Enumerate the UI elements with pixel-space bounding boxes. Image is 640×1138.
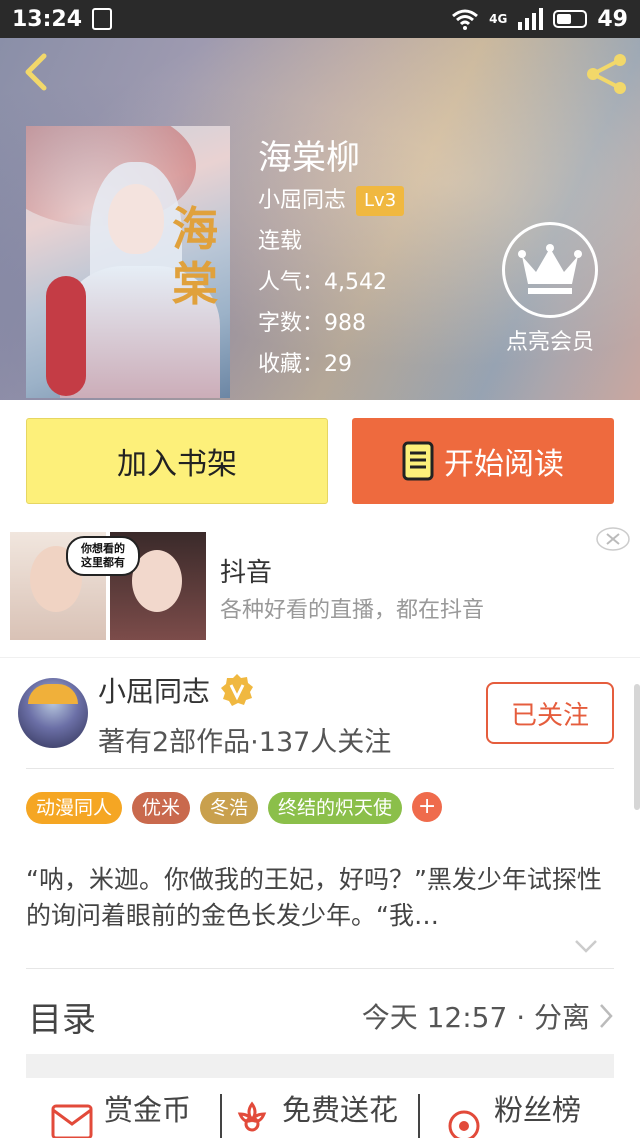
ad-title: 抖音 xyxy=(220,558,273,588)
level-badge: Lv3 xyxy=(356,185,405,216)
back-icon[interactable] xyxy=(18,52,54,92)
ad-close-icon[interactable] xyxy=(596,526,630,552)
start-reading-label: 开始阅读 xyxy=(444,447,564,482)
author-stats: 著有2部作品·137人关注 xyxy=(98,727,392,758)
network-type: 4G xyxy=(489,12,508,26)
book-title: 海棠柳 xyxy=(258,138,360,178)
target-icon xyxy=(448,1110,480,1138)
tag-item[interactable]: 优米 xyxy=(132,792,191,824)
divider xyxy=(26,968,614,969)
tag-list: 动漫同人 优米 冬浩 终结的炽天使 + xyxy=(26,792,443,824)
ad-description: 各种好看的直播，都在抖音 xyxy=(220,598,485,623)
reward-label: 赏金币 xyxy=(104,1093,192,1127)
reward-button[interactable]: 赏金币 xyxy=(50,1093,191,1138)
cover-ribbon xyxy=(46,276,86,396)
follow-button[interactable]: 已关注 xyxy=(486,682,614,744)
start-reading-button[interactable]: 开始阅读 xyxy=(352,418,614,504)
add-tag-button[interactable]: + xyxy=(412,792,443,822)
send-flower-button[interactable]: 免费送花 xyxy=(232,1093,398,1138)
toc-label: 目录 xyxy=(28,1000,96,1040)
favorites-value: 29 xyxy=(324,352,353,377)
book-status: 连载 xyxy=(258,229,303,254)
popularity-value: 4,542 xyxy=(324,270,387,295)
latest-chapter: 今天 12:57 · 分离 xyxy=(361,1001,590,1034)
book-info: 海棠柳 小屈同志 Lv3 连载 人气： 4,542 字数： 988 收藏： 29 xyxy=(258,136,405,385)
bottom-actions: 赏金币 免费送花 粉丝榜 xyxy=(0,1078,640,1138)
author-card: 小屈同志 著有2部作品·137人关注 已关注 xyxy=(0,658,640,768)
fans-rank-label: 粉丝榜 xyxy=(494,1093,582,1127)
words-label: 字数： xyxy=(258,311,325,336)
tag-item[interactable]: 动漫同人 xyxy=(26,792,123,824)
tag-item[interactable]: 冬浩 xyxy=(200,792,259,824)
signal-icon xyxy=(518,8,544,30)
action-bar: 加入书架 开始阅读 xyxy=(0,400,640,520)
book-header: 海棠 海棠柳 小屈同志 Lv3 连载 人气： 4,542 字数： 988 收藏：… xyxy=(0,38,640,400)
author-name[interactable]: 小屈同志 xyxy=(98,670,210,710)
words-value: 988 xyxy=(324,311,367,336)
author-row: 小屈同志 Lv3 xyxy=(258,180,405,221)
cover-face xyxy=(108,184,164,254)
status-time: 13:24 xyxy=(12,6,83,32)
tag-item[interactable]: 终结的炽天使 xyxy=(268,792,403,824)
send-flower-label: 免费送花 xyxy=(282,1093,399,1127)
synopsis: “呐，米迦。你做我的王妃，好吗？”黑发少年试探性的询问着眼前的金色长发少年。“我… xyxy=(26,865,602,930)
vip-button[interactable]: 点亮会员 xyxy=(500,222,600,356)
chevron-right-icon xyxy=(600,1004,613,1028)
battery-icon xyxy=(553,10,588,28)
flower-icon xyxy=(237,1101,267,1132)
book-author[interactable]: 小屈同志 xyxy=(258,180,346,221)
ad-speech-bubble: 你想看的这里都有 xyxy=(66,536,140,576)
crown-ring xyxy=(502,222,598,318)
status-bar: 13:24 4G 49 xyxy=(0,0,640,38)
divider xyxy=(26,768,614,769)
expand-chevron-icon[interactable] xyxy=(574,938,598,954)
crown-icon xyxy=(518,244,582,294)
book-icon xyxy=(402,441,434,481)
wifi-icon xyxy=(452,9,479,30)
popularity-label: 人气： xyxy=(258,270,325,295)
red-envelope-icon xyxy=(51,1104,93,1138)
share-icon[interactable] xyxy=(584,52,630,96)
add-to-shelf-button[interactable]: 加入书架 xyxy=(26,418,328,504)
battery-level: 49 xyxy=(597,6,628,32)
author-name-row: 小屈同志 xyxy=(98,670,254,710)
favorites-label: 收藏： xyxy=(258,352,325,377)
words-row: 字数： 988 xyxy=(258,303,404,344)
favorites-row: 收藏： 29 xyxy=(258,344,404,385)
avatar-hat xyxy=(28,684,78,704)
status-right: 4G 49 xyxy=(451,7,628,32)
separator xyxy=(220,1094,222,1138)
scrollbar[interactable] xyxy=(634,684,640,810)
fans-rank-button[interactable]: 粉丝榜 xyxy=(444,1093,581,1138)
notification-icon xyxy=(92,8,113,30)
section-spacer xyxy=(26,1054,614,1078)
vip-label: 点亮会员 xyxy=(505,330,594,355)
toc-row[interactable]: 目录 今天 12:57 · 分离 xyxy=(26,988,614,1044)
popularity-row: 人气： 4,542 xyxy=(258,262,404,303)
ad-banner[interactable]: 你想看的这里都有 抖音 各种好看的直播，都在抖音 xyxy=(0,520,640,658)
book-cover[interactable]: 海棠 xyxy=(26,126,230,398)
avatar[interactable] xyxy=(18,678,88,748)
cover-title-art: 海棠 xyxy=(172,202,218,312)
verified-icon xyxy=(221,674,254,706)
separator xyxy=(418,1094,420,1138)
